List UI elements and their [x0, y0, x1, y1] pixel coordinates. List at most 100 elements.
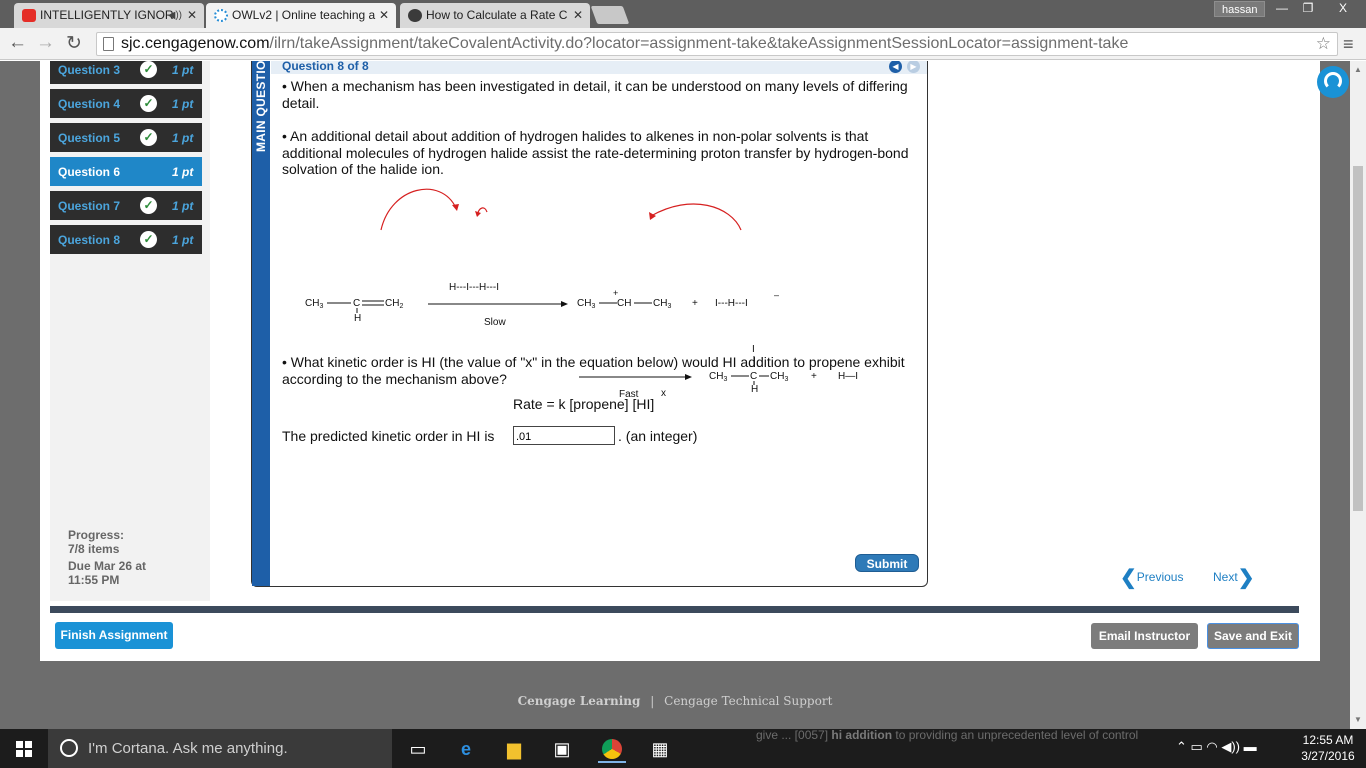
question-points: 1 pt [172, 165, 194, 179]
sidebar-item-question-5[interactable]: Question 5 ✓ 1 pt [50, 123, 202, 152]
tab-title: INTELLIGENTLY IGNOR [40, 8, 174, 22]
page-icon [103, 37, 114, 51]
answer-input[interactable] [513, 426, 615, 445]
check-icon: ✓ [140, 197, 157, 214]
negative-charge: – [774, 290, 779, 300]
speaker-icon: ◀)) [167, 10, 182, 21]
new-tab-button[interactable] [590, 6, 630, 24]
question-label: Question 6 [58, 165, 121, 179]
cation-ch3: CH3 [577, 298, 595, 310]
back-icon[interactable]: ← [8, 32, 27, 54]
due-line-2: 11:55 PM [68, 573, 120, 587]
cortana-search-box[interactable]: I'm Cortana. Ask me anything. [48, 729, 392, 768]
profile-button[interactable]: hassan [1214, 1, 1266, 17]
tab-youtube[interactable]: INTELLIGENTLY IGNOR ◀)) ✕ [14, 3, 204, 28]
close-tab-icon[interactable]: ✕ [573, 5, 583, 26]
footer-divider [50, 606, 1299, 613]
address-bar[interactable]: sjc.cengagenow.com/ilrn/takeAssignment/t… [96, 32, 1338, 56]
scroll-down-icon[interactable]: ▼ [1354, 715, 1362, 724]
previous-link[interactable]: ❮Previous [1120, 565, 1183, 590]
browser-toolbar: ← → ↻ sjc.cengagenow.com/ilrn/takeAssign… [0, 28, 1366, 60]
youtube-icon [22, 9, 36, 22]
previous-label: Previous [1136, 570, 1184, 584]
edge-icon [408, 9, 422, 22]
rate-exponent: x [661, 388, 666, 399]
clock-time: 12:55 AM [1302, 733, 1354, 747]
anion-ihi: I---H---I [715, 298, 748, 309]
question-label: Question 5 [58, 131, 121, 145]
positive-charge: + [613, 288, 618, 298]
system-tray[interactable]: ⌃ ▭ ◠ ◀)) ▬ [1176, 739, 1257, 755]
forward-icon[interactable]: → [36, 32, 55, 54]
close-tab-icon[interactable]: ✕ [187, 5, 197, 26]
progress-info: Progress: 7/8 items [68, 528, 124, 556]
page-viewport: Question 3 ✓ 1 pt Question 4 ✓ 1 pt Ques… [0, 61, 1350, 729]
question-title: Question 8 of 8 [282, 61, 369, 73]
task-view-icon[interactable]: ▭ [404, 735, 432, 763]
cation-ch3b: CH3 [653, 298, 671, 310]
scroll-thumb[interactable] [1353, 166, 1363, 511]
sidebar-item-question-8[interactable]: Question 8 ✓ 1 pt [50, 225, 202, 254]
chevron-left-icon: ❮ [1120, 567, 1137, 589]
sidebar-item-question-6[interactable]: Question 6 1 pt [50, 157, 202, 186]
url-path: /ilrn/takeAssignment/takeCovalentActivit… [269, 35, 1129, 52]
due-line-1: Due Mar 26 at [68, 559, 147, 573]
question-content: • When a mechanism has been investigated… [282, 78, 912, 178]
help-headset-button[interactable] [1317, 66, 1349, 98]
finish-assignment-button[interactable]: Finish Assignment [55, 622, 173, 649]
calculator-icon[interactable]: ▦ [646, 735, 674, 763]
reactant-h: H [354, 313, 361, 324]
headset-icon [1324, 72, 1342, 90]
chrome-menu-icon[interactable]: ≡ [1343, 34, 1354, 55]
footer-support-link[interactable]: Cengage Technical Support [664, 694, 832, 708]
progress-value: 7/8 items [68, 542, 120, 556]
tab-owlv2[interactable]: OWLv2 | Online teaching a ✕ [206, 3, 396, 28]
question-points: 1 pt [172, 63, 194, 77]
main-question-bar: MAIN QUESTION [252, 61, 270, 586]
submit-button[interactable]: Submit [855, 554, 919, 572]
question-box: MAIN QUESTION Question 8 of 8 ◀ ▶ • When… [251, 61, 928, 587]
next-label: Next [1213, 570, 1238, 584]
url-text[interactable]: sjc.cengagenow.com/ilrn/takeAssignment/t… [121, 35, 1128, 53]
cation-ch: CH [617, 298, 631, 309]
scroll-up-icon[interactable]: ▲ [1354, 65, 1362, 74]
taskbar-clock[interactable]: 12:55 AM 3/27/2016 [1296, 732, 1360, 764]
check-icon: ✓ [140, 61, 157, 78]
close-window-button[interactable]: X [1326, 0, 1360, 18]
minimize-button[interactable]: — [1268, 0, 1296, 18]
footer-brand-link[interactable]: Cengage Learning [518, 694, 641, 708]
assignment-panel: Question 3 ✓ 1 pt Question 4 ✓ 1 pt Ques… [40, 61, 1320, 661]
progress-label: Progress: [68, 528, 125, 542]
save-and-exit-button[interactable]: Save and Exit [1207, 623, 1299, 649]
question-label: Question 4 [58, 97, 121, 111]
next-link[interactable]: Next❯ [1213, 565, 1254, 590]
prev-question-icon[interactable]: ◀ [889, 61, 902, 73]
loading-icon [214, 9, 228, 22]
sidebar-item-question-7[interactable]: Question 7 ✓ 1 pt [50, 191, 202, 220]
tab-rate[interactable]: How to Calculate a Rate C ✕ [400, 3, 590, 28]
chrome-icon[interactable] [598, 735, 626, 763]
store-icon[interactable]: ▣ [548, 735, 576, 763]
question-points: 1 pt [172, 97, 194, 111]
file-explorer-icon[interactable]: ▆ [500, 735, 528, 763]
edge-icon[interactable]: e [452, 735, 480, 763]
windows-start-icon[interactable] [16, 741, 32, 757]
question-label: Question 8 [58, 233, 121, 247]
bookmark-star-icon[interactable]: ☆ [1316, 34, 1331, 54]
page-scrollbar[interactable]: ▲ ▼ [1350, 61, 1366, 729]
sidebar-item-question-3[interactable]: Question 3 ✓ 1 pt [50, 61, 202, 84]
sidebar-item-question-4[interactable]: Question 4 ✓ 1 pt [50, 89, 202, 118]
main-question-label: MAIN QUESTION [254, 61, 268, 152]
due-date: Due Mar 26 at 11:55 PM [68, 559, 168, 587]
background-text: give ... [0057] hi addition to providing… [756, 728, 1139, 742]
question-points: 1 pt [172, 199, 194, 213]
next-question-icon[interactable]: ▶ [907, 61, 920, 73]
restore-button[interactable]: ❐ [1294, 0, 1322, 18]
answer-row: The predicted kinetic order in HI is . (… [282, 426, 697, 445]
tab-title: OWLv2 | Online teaching a [232, 8, 376, 22]
tab-title: How to Calculate a Rate C [426, 8, 568, 22]
question-points: 1 pt [172, 233, 194, 247]
email-instructor-button[interactable]: Email Instructor [1091, 623, 1198, 649]
close-tab-icon[interactable]: ✕ [379, 5, 389, 26]
reload-icon[interactable]: ↻ [66, 32, 82, 55]
